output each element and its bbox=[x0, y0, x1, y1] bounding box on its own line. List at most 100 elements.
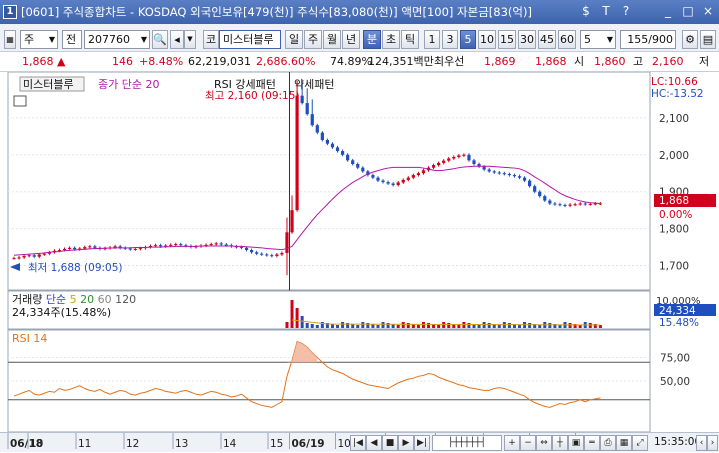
scroll-first-icon[interactable]: |◀ bbox=[350, 435, 366, 451]
interval-60-button[interactable]: 60 bbox=[558, 30, 576, 49]
x-tick-label: 15 bbox=[270, 438, 283, 450]
candle bbox=[346, 154, 350, 161]
title-bar: 1 [0601] 주식종합차트 - KOSDAQ 외국인보유[479(천)] 주… bbox=[0, 0, 719, 24]
chart-area[interactable]: 1,7001,8001,9002,0002,100LC:10.66HC:-13.… bbox=[0, 72, 719, 434]
settings-icon[interactable]: ⚙ bbox=[682, 30, 698, 49]
rsi-tick-label: 50,00 bbox=[660, 376, 690, 388]
minimize-icon[interactable]: _ bbox=[660, 3, 676, 19]
volume-bar bbox=[295, 308, 299, 328]
expand-icon[interactable]: ⤢ bbox=[632, 435, 648, 451]
volume-value-label: 24,334 bbox=[659, 305, 696, 317]
interval-select[interactable]: 5 ▼ bbox=[580, 30, 616, 49]
chevron-down-icon: ▼ bbox=[606, 35, 613, 44]
volume-bar bbox=[427, 323, 431, 328]
image-icon[interactable]: ▣ bbox=[568, 435, 584, 451]
candle bbox=[396, 182, 400, 186]
volume-bar bbox=[487, 323, 491, 328]
candle bbox=[128, 248, 132, 250]
volume-pane: 거래량 단순 5 20 60 120 24,334주(15.48%)10,000… bbox=[7, 290, 716, 330]
volume-bar bbox=[457, 325, 461, 328]
candle bbox=[578, 203, 582, 205]
candle bbox=[153, 245, 158, 247]
window-number-badge: 1 bbox=[3, 5, 17, 19]
zoom-slider[interactable]: ├┼┼┼┼┼┤ bbox=[432, 435, 502, 451]
close-icon[interactable]: × bbox=[700, 3, 716, 19]
period-second-button[interactable]: 초 bbox=[382, 30, 400, 49]
scroll-next-icon[interactable]: ▶ bbox=[398, 435, 414, 451]
volume-bar bbox=[518, 325, 522, 328]
candle bbox=[255, 252, 259, 254]
zoom-out-icon[interactable]: − bbox=[520, 435, 536, 451]
interval-15-button[interactable]: 15 bbox=[498, 30, 516, 49]
candle bbox=[325, 140, 330, 144]
candle bbox=[386, 182, 390, 184]
period-year-button[interactable]: 년 bbox=[342, 30, 360, 49]
candle bbox=[224, 244, 228, 246]
candle bbox=[138, 248, 142, 250]
candle bbox=[588, 203, 592, 205]
dollar-icon[interactable]: $ bbox=[578, 3, 594, 19]
zoom-in-icon[interactable]: + bbox=[504, 435, 520, 451]
period-tick-button[interactable]: 틱 bbox=[401, 30, 419, 49]
type-select[interactable]: 주 ▼ bbox=[20, 30, 58, 49]
mode-select[interactable]: 전 bbox=[62, 30, 82, 49]
stock-code-input[interactable]: 207760 ▼ bbox=[84, 30, 150, 49]
volume-bar bbox=[437, 325, 441, 328]
grid-icon[interactable]: ▦ bbox=[4, 30, 16, 49]
volume-bar bbox=[442, 322, 446, 328]
market-label[interactable]: 코 bbox=[203, 30, 219, 49]
chevron-down-icon[interactable]: ▼ bbox=[184, 30, 196, 49]
layout-icon[interactable]: ▤ bbox=[700, 30, 716, 49]
candle bbox=[265, 254, 269, 256]
period-day-button[interactable]: 일 bbox=[285, 30, 303, 49]
fit-icon[interactable]: ⇔ bbox=[536, 435, 552, 451]
best-bid-label: 최우선 bbox=[434, 55, 465, 68]
interval-45-button[interactable]: 45 bbox=[538, 30, 556, 49]
stop-icon[interactable]: ■ bbox=[382, 435, 398, 451]
bar-count-input[interactable]: 155/900 bbox=[620, 30, 676, 49]
interval-30-button[interactable]: 30 bbox=[518, 30, 536, 49]
volume-bar bbox=[315, 325, 319, 328]
print-icon[interactable]: ⎙ bbox=[600, 435, 616, 451]
text-icon[interactable]: T bbox=[598, 3, 614, 19]
interval-10-button[interactable]: 10 bbox=[478, 30, 496, 49]
volume-bar bbox=[396, 325, 400, 328]
period-week-button[interactable]: 주 bbox=[304, 30, 322, 49]
candle bbox=[492, 171, 496, 173]
current-price: 1,868 bbox=[22, 55, 54, 68]
toolbar: ▦ 주 ▼ 전 207760 ▼ 🔍 ◂ ▼ 코 미스터블루 일 주 월 년 분 초… bbox=[0, 24, 719, 52]
interval-5-button[interactable]: 5 bbox=[460, 30, 476, 49]
candle bbox=[88, 246, 92, 248]
candle bbox=[416, 173, 421, 176]
maximize-icon[interactable]: □ bbox=[680, 3, 696, 19]
arrow-left-icon[interactable]: ‹ bbox=[696, 435, 707, 451]
interval-1-button[interactable]: 1 bbox=[424, 30, 440, 49]
hc-label: HC:-13.52 bbox=[651, 88, 704, 100]
crosshair-icon[interactable]: ┼ bbox=[552, 435, 568, 451]
period-month-button[interactable]: 월 bbox=[323, 30, 341, 49]
quote-info-bar: 1,868 ▲ 146 +8.48% 62,219,031 2,686.60% … bbox=[0, 52, 719, 72]
candle bbox=[538, 191, 542, 197]
candle bbox=[502, 173, 506, 175]
candle bbox=[583, 203, 587, 205]
volume-bar bbox=[497, 325, 501, 328]
search-icon[interactable]: 🔍 bbox=[152, 30, 168, 49]
candle bbox=[62, 248, 67, 251]
candle bbox=[214, 243, 218, 245]
period-minute-button[interactable]: 분 bbox=[363, 30, 381, 49]
table-icon[interactable]: ▦ bbox=[616, 435, 632, 451]
volume-bar bbox=[578, 325, 582, 328]
ruler-icon[interactable]: ═ bbox=[584, 435, 600, 451]
best-ask: 1,868 bbox=[535, 55, 567, 68]
candle bbox=[73, 247, 77, 250]
table-icon bbox=[13, 95, 27, 107]
arrow-right-icon[interactable]: › bbox=[707, 435, 718, 451]
scroll-last-icon[interactable]: ▶| bbox=[414, 435, 430, 451]
interval-3-button[interactable]: 3 bbox=[442, 30, 458, 49]
scroll-prev-icon[interactable]: ◀ bbox=[366, 435, 382, 451]
speaker-icon[interactable]: ◂ bbox=[170, 30, 184, 49]
candle bbox=[270, 255, 274, 257]
volume-bar bbox=[447, 323, 451, 328]
help-icon[interactable]: ? bbox=[618, 3, 634, 19]
stock-name-field[interactable]: 미스터블루 bbox=[219, 30, 281, 49]
